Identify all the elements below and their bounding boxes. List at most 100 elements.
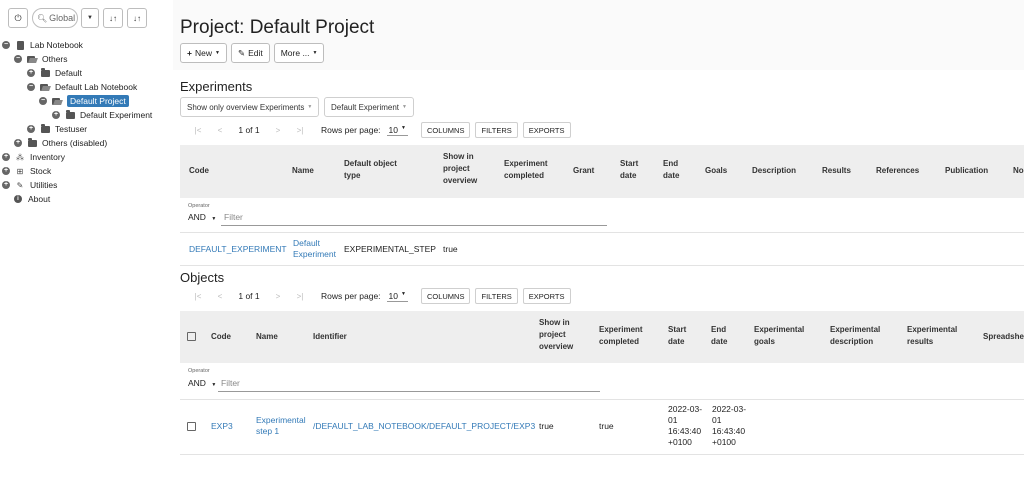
rows-per-page-value: 10 bbox=[388, 290, 399, 301]
notebook-icon bbox=[14, 40, 26, 50]
new-button[interactable]: + New ▼ bbox=[180, 43, 227, 63]
column-header[interactable]: Goals bbox=[705, 165, 727, 177]
divider bbox=[180, 232, 1024, 233]
tree-item-inventory[interactable]: + ⁂ Inventory bbox=[0, 150, 152, 164]
caret-down-icon: ▼ bbox=[211, 216, 217, 222]
tree-item-label: About bbox=[28, 194, 51, 204]
expand-icon[interactable]: + bbox=[2, 181, 10, 189]
first-page-icon[interactable]: |< bbox=[187, 126, 209, 135]
operator-select[interactable]: AND ▼ bbox=[188, 212, 216, 222]
tree-item-utilities[interactable]: + ✎ Utilities bbox=[0, 178, 152, 192]
exports-button[interactable]: EXPORTS bbox=[522, 122, 571, 138]
column-header[interactable]: Experiment completed bbox=[504, 158, 560, 182]
objects-title: Objects bbox=[180, 270, 225, 285]
object-identifier-link[interactable]: /DEFAULT_LAB_NOTEBOOK/DEFAULT_PROJECT/EX… bbox=[313, 421, 535, 432]
column-header[interactable]: Start date bbox=[620, 158, 648, 182]
tree-item-default[interactable]: + Default bbox=[0, 66, 152, 80]
expand-icon[interactable]: + bbox=[2, 153, 10, 161]
column-header[interactable]: Description bbox=[752, 165, 796, 177]
filter-input[interactable]: Filter bbox=[218, 378, 600, 392]
column-header[interactable]: Default object type bbox=[344, 158, 414, 182]
column-header[interactable]: Spreadshe bbox=[983, 331, 1024, 343]
column-header[interactable]: Experiment completed bbox=[599, 324, 655, 348]
last-page-icon[interactable]: >| bbox=[289, 292, 311, 301]
collapse-icon[interactable]: − bbox=[2, 41, 10, 49]
operator-label: Operator bbox=[188, 368, 210, 374]
global-search-input[interactable]: 🔍︎ Global bbox=[32, 8, 78, 28]
edit-button[interactable]: ✎ Edit bbox=[230, 43, 270, 63]
expand-icon[interactable]: + bbox=[27, 125, 35, 133]
tree-item-default-lab-notebook[interactable]: − Default Lab Notebook bbox=[0, 80, 152, 94]
prev-page-icon[interactable]: < bbox=[209, 126, 231, 135]
column-header[interactable]: Code bbox=[189, 165, 209, 177]
tree-item-label: Default Experiment bbox=[80, 110, 153, 120]
collapse-icon[interactable]: − bbox=[39, 97, 47, 105]
first-page-icon[interactable]: |< bbox=[187, 292, 209, 301]
column-header[interactable]: References bbox=[876, 165, 919, 177]
search-scope-dropdown[interactable]: ▼ bbox=[81, 8, 99, 28]
prev-page-icon[interactable]: < bbox=[209, 292, 231, 301]
column-header[interactable]: Experimental description bbox=[830, 324, 896, 348]
column-header[interactable]: No bbox=[1013, 165, 1024, 177]
rows-per-page-select[interactable]: 10 ▼ bbox=[386, 125, 408, 136]
expand-icon[interactable]: + bbox=[27, 69, 35, 77]
column-header[interactable]: Experimental goals bbox=[754, 324, 814, 348]
exports-button[interactable]: EXPORTS bbox=[522, 288, 571, 304]
operator-select[interactable]: AND ▼ bbox=[188, 378, 216, 388]
column-header[interactable]: Start date bbox=[668, 324, 696, 348]
column-header[interactable]: End date bbox=[663, 158, 691, 182]
columns-button[interactable]: COLUMNS bbox=[420, 122, 471, 138]
object-name-link[interactable]: Experimental step 1 bbox=[256, 415, 308, 437]
filters-button[interactable]: FILTERS bbox=[475, 122, 518, 138]
column-header[interactable]: Code bbox=[211, 331, 231, 343]
filter-input[interactable]: Filter bbox=[221, 212, 607, 226]
next-page-icon[interactable]: > bbox=[267, 126, 289, 135]
object-overview-cell: true bbox=[539, 421, 554, 431]
column-header[interactable]: Publication bbox=[945, 165, 988, 177]
overview-filter-dropdown[interactable]: Show only overview Experiments ▼ bbox=[180, 97, 320, 117]
tree-item-default-project[interactable]: − Default Project bbox=[0, 94, 152, 108]
columns-button[interactable]: COLUMNS bbox=[420, 288, 471, 304]
experiment-code-link[interactable]: DEFAULT_EXPERIMENT bbox=[189, 244, 287, 255]
column-header[interactable]: Name bbox=[292, 165, 314, 177]
power-icon: ⏻ bbox=[14, 12, 22, 23]
sort-desc-icon: ↓↑ bbox=[109, 13, 117, 23]
filters-button[interactable]: FILTERS bbox=[475, 288, 518, 304]
expand-icon[interactable]: + bbox=[2, 167, 10, 175]
sort-desc-button[interactable]: ↓↑ bbox=[103, 8, 123, 28]
column-header[interactable]: Identifier bbox=[313, 331, 347, 343]
more-button[interactable]: More ... ▼ bbox=[273, 43, 325, 63]
tree-item-about[interactable]: i About bbox=[0, 192, 152, 206]
tree-item-others-disabled[interactable]: + Others (disabled) bbox=[0, 136, 152, 150]
next-page-icon[interactable]: > bbox=[267, 292, 289, 301]
column-header[interactable]: Show in project overview bbox=[443, 151, 491, 187]
column-header[interactable]: Show in project overview bbox=[539, 317, 587, 353]
select-all-checkbox[interactable] bbox=[187, 332, 196, 341]
collapse-icon[interactable]: − bbox=[27, 83, 35, 91]
column-header[interactable]: Name bbox=[256, 331, 278, 343]
row-checkbox[interactable] bbox=[187, 422, 196, 431]
rows-per-page-select[interactable]: 10 ▼ bbox=[386, 290, 408, 302]
sort-asc-button[interactable]: ↓↑ bbox=[127, 8, 147, 28]
objects-pager: |< < 1 of 1 > >| Rows per page: 10 ▼ COL… bbox=[187, 288, 571, 304]
experiment-name-link[interactable]: Default Experiment bbox=[293, 238, 339, 260]
tree-item-stock[interactable]: + ⊞ Stock bbox=[0, 164, 152, 178]
tree-item-testuser[interactable]: + Testuser bbox=[0, 122, 152, 136]
column-header[interactable]: Results bbox=[822, 165, 851, 177]
objects-filter-row: Operator AND ▼ Filter bbox=[180, 363, 1024, 399]
experiment-type-dropdown[interactable]: Default Experiment ▼ bbox=[324, 97, 414, 117]
column-header[interactable]: Grant bbox=[573, 165, 594, 177]
tree-item-lab-notebook[interactable]: − Lab Notebook bbox=[0, 38, 152, 52]
expand-icon[interactable]: + bbox=[52, 111, 60, 119]
last-page-icon[interactable]: >| bbox=[289, 126, 311, 135]
column-header[interactable]: Experimental results bbox=[907, 324, 967, 348]
object-code-link[interactable]: EXP3 bbox=[211, 421, 233, 432]
power-button[interactable]: ⏻ bbox=[8, 8, 28, 28]
expand-icon[interactable]: + bbox=[14, 139, 22, 147]
experiments-table-header: Code Name Default object type Show in pr… bbox=[180, 145, 1024, 198]
tree-item-others[interactable]: − Others bbox=[0, 52, 152, 66]
caret-down-icon: ▼ bbox=[307, 104, 313, 110]
column-header[interactable]: End date bbox=[711, 324, 739, 348]
tree-item-default-experiment[interactable]: + Default Experiment bbox=[0, 108, 152, 122]
collapse-icon[interactable]: − bbox=[14, 55, 22, 63]
